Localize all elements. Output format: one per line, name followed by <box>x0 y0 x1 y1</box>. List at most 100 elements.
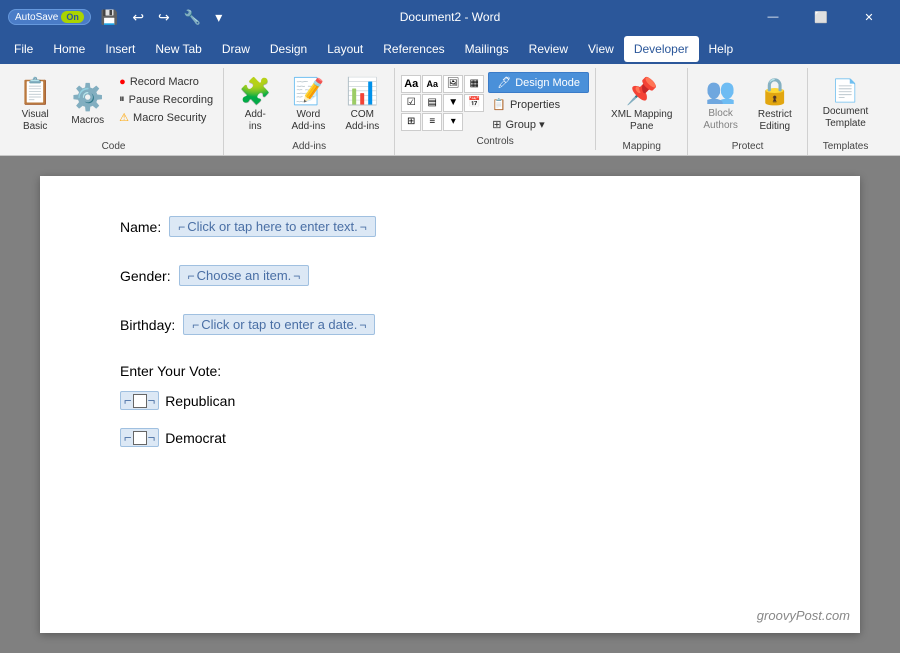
properties-icon: 📋 <box>492 98 506 111</box>
date-ctrl-btn[interactable]: 📅 <box>464 94 484 112</box>
restrict-editing-icon: 🔒 <box>759 76 791 107</box>
add-ins-button[interactable]: 🧩 Add-ins <box>230 70 280 138</box>
autosave-label: AutoSave <box>15 12 58 23</box>
bracket-right-2: ¬ <box>148 430 156 445</box>
menu-bar: File Home Insert New Tab Draw Design Lay… <box>0 34 900 64</box>
gender-field[interactable]: Choose an item. <box>179 265 310 286</box>
birthday-field[interactable]: Click or tap to enter a date. <box>183 314 375 335</box>
group-label: Group ▾ <box>505 118 544 131</box>
title-bar-left: AutoSave On 💾 ↩ ↪ 🔧 ▾ <box>8 7 226 28</box>
macros-icon: ⚙️ <box>72 82 104 113</box>
menu-developer[interactable]: Developer <box>624 36 699 62</box>
ribbon-group-addins: 🧩 Add-ins 📝 WordAdd-ins 📊 COMAdd-ins Add… <box>224 68 395 155</box>
democrat-checkbox[interactable] <box>133 431 147 445</box>
republican-checkbox-wrapper: ⌐ ¬ <box>120 391 159 410</box>
ribbon-group-protect: 👥 BlockAuthors 🔒 RestrictEditing Protect <box>688 68 807 155</box>
design-mode-icon: 🖊 <box>497 76 511 89</box>
com-add-ins-button[interactable]: 📊 COMAdd-ins <box>336 70 388 138</box>
close-button[interactable]: ✕ <box>846 0 892 34</box>
pause-recording-button[interactable]: ⏸ Pause Recording <box>115 91 217 108</box>
code-small-buttons: ● Record Macro ⏸ Pause Recording ⚠ Macro… <box>115 70 217 126</box>
menu-home[interactable]: Home <box>43 36 95 62</box>
ribbon-group-mapping: 📌 XML MappingPane Mapping <box>596 68 688 155</box>
autosave-state: On <box>61 11 84 23</box>
menu-help[interactable]: Help <box>699 36 744 62</box>
properties-button[interactable]: 📋 Properties <box>488 96 589 113</box>
protect-group-label: Protect <box>694 138 800 155</box>
macro-security-label: Macro Security <box>133 112 206 124</box>
record-icon: ● <box>119 76 126 88</box>
record-macro-button[interactable]: ● Record Macro <box>115 74 217 90</box>
design-mode-button[interactable]: 🖊 Design Mode <box>488 72 589 93</box>
text-control-aa-btn[interactable]: Aa <box>401 75 421 93</box>
maximize-button[interactable]: ⬜ <box>798 0 844 34</box>
mapping-group-content: 📌 XML MappingPane <box>602 70 681 138</box>
xml-mapping-icon: 📌 <box>626 76 658 107</box>
menu-mailings[interactable]: Mailings <box>455 36 519 62</box>
group-button[interactable]: ⊞ Group ▾ <box>488 116 589 133</box>
redo-icon[interactable]: ↪ <box>154 7 174 28</box>
menu-layout[interactable]: Layout <box>317 36 373 62</box>
protect-group-content: 👥 BlockAuthors 🔒 RestrictEditing <box>694 70 800 138</box>
bracket-left-2: ⌐ <box>124 430 132 445</box>
undo-icon[interactable]: ↩ <box>128 7 148 28</box>
republican-checkbox[interactable] <box>133 394 147 408</box>
autosave-toggle[interactable]: AutoSave On <box>8 9 91 25</box>
bracket-left-1: ⌐ <box>124 393 132 408</box>
watermark: groovyPost.com <box>757 608 850 623</box>
gender-row: Gender: Choose an item. <box>120 265 780 286</box>
restrict-editing-button[interactable]: 🔒 RestrictEditing <box>749 70 801 138</box>
combo-ctrl-btn[interactable]: ▤ <box>422 94 442 112</box>
save-icon[interactable]: 💾 <box>97 7 122 28</box>
menu-draw[interactable]: Draw <box>212 36 260 62</box>
dropdown-icon[interactable]: ▾ <box>211 7 226 28</box>
xml-mapping-button[interactable]: 📌 XML MappingPane <box>602 70 681 138</box>
checkbox-ctrl-btn[interactable]: ☑ <box>401 94 421 112</box>
macro-security-button[interactable]: ⚠ Macro Security <box>115 109 217 126</box>
building-block-btn[interactable]: ▦ <box>464 75 484 93</box>
bracket-right-1: ¬ <box>148 393 156 408</box>
code-group-label: Code <box>10 138 217 155</box>
ctrl-extra1[interactable]: ≡ <box>422 113 442 131</box>
image-control-btn[interactable]: 🖼 <box>443 75 463 93</box>
addins-group-label: Add-ins <box>230 138 388 155</box>
block-authors-icon: 👥 <box>706 77 736 106</box>
pause-recording-label: Pause Recording <box>129 94 213 106</box>
text-control-aa2-btn[interactable]: Aa <box>422 75 442 93</box>
menu-new-tab[interactable]: New Tab <box>145 36 211 62</box>
name-row: Name: Click or tap here to enter text. <box>120 216 780 237</box>
pause-icon: ⏸ <box>119 93 125 106</box>
block-authors-label: BlockAuthors <box>703 108 737 132</box>
mapping-group-label: Mapping <box>602 138 681 155</box>
visual-basic-button[interactable]: 📋 VisualBasic <box>10 70 60 138</box>
customize-icon[interactable]: 🔧 <box>180 7 205 28</box>
block-authors-button[interactable]: 👥 BlockAuthors <box>694 70 746 138</box>
com-add-ins-label: COMAdd-ins <box>345 109 379 133</box>
menu-design[interactable]: Design <box>260 36 317 62</box>
document-template-button[interactable]: 📄 DocumentTemplate <box>814 70 878 138</box>
name-field[interactable]: Click or tap here to enter text. <box>169 216 376 237</box>
templates-group-content: 📄 DocumentTemplate <box>814 70 878 138</box>
gender-placeholder: Choose an item. <box>197 268 292 283</box>
menu-review[interactable]: Review <box>519 36 578 62</box>
word-add-ins-icon: 📝 <box>292 76 324 107</box>
macros-button[interactable]: ⚙️ Macros <box>62 70 113 138</box>
republican-label: Republican <box>165 393 235 409</box>
dropdown-arrow-btn[interactable]: ▾ <box>443 113 463 131</box>
gender-label: Gender: <box>120 268 171 284</box>
dropdown-ctrl-btn[interactable]: ▼ <box>443 94 463 112</box>
title-bar-title: Document2 - Word <box>400 10 500 24</box>
name-label: Name: <box>120 219 161 235</box>
name-placeholder: Click or tap here to enter text. <box>187 219 358 234</box>
menu-file[interactable]: File <box>4 36 43 62</box>
birthday-label: Birthday: <box>120 317 175 333</box>
word-add-ins-button[interactable]: 📝 WordAdd-ins <box>282 70 334 138</box>
document-template-label: DocumentTemplate <box>823 106 869 130</box>
democrat-checkbox-wrapper: ⌐ ¬ <box>120 428 159 447</box>
menu-insert[interactable]: Insert <box>95 36 145 62</box>
minimize-button[interactable]: — <box>750 0 796 34</box>
menu-view[interactable]: View <box>578 36 624 62</box>
legacy-ctrl-btn[interactable]: ⊞ <box>401 113 421 131</box>
menu-references[interactable]: References <box>373 36 454 62</box>
xml-mapping-label: XML MappingPane <box>611 109 672 133</box>
